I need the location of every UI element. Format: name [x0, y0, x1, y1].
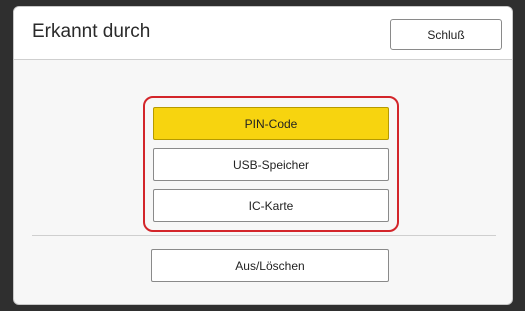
dialog-header: Erkannt durch Schluß: [14, 7, 512, 60]
option-pin-code-button[interactable]: PIN-Code: [153, 107, 389, 140]
off-delete-button[interactable]: Aus/Löschen: [151, 249, 389, 282]
close-button[interactable]: Schluß: [390, 19, 502, 50]
auth-method-dialog: Erkannt durch Schluß PIN-Code USB-Speich…: [13, 6, 513, 305]
option-usb-storage-button[interactable]: USB-Speicher: [153, 148, 389, 181]
option-ic-card-button[interactable]: IC-Karte: [153, 189, 389, 222]
divider: [32, 235, 496, 236]
dialog-title: Erkannt durch: [32, 21, 151, 42]
auth-options-group: PIN-Code USB-Speicher IC-Karte: [143, 96, 399, 232]
